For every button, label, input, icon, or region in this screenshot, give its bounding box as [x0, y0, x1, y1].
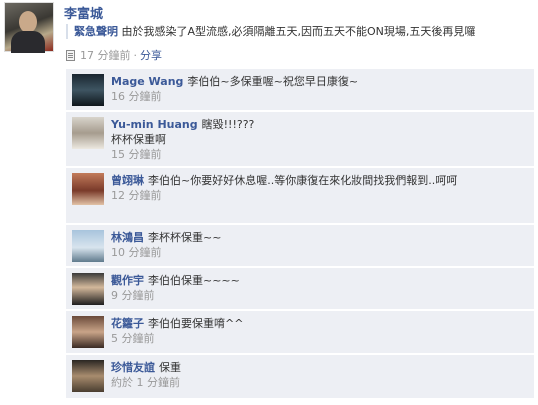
comment-item: 觀作宇 李伯伯保重~~~~ 9 分鐘前 [66, 268, 534, 310]
author-name-link[interactable]: 李富城 [64, 3, 103, 22]
commenter-name-link[interactable]: 林鴻昌 [111, 231, 144, 244]
story-timestamp[interactable]: 17 分鐘前 [80, 47, 131, 63]
commenter-avatar[interactable] [72, 230, 104, 262]
avatar-face [19, 11, 37, 33]
comment-timestamp: 16 分鐘前 [111, 90, 162, 103]
note-icon [66, 49, 75, 61]
commenter-avatar[interactable] [72, 74, 104, 106]
meta-separator: · [133, 48, 138, 62]
comment-item: 曾翊琳 李伯伯~你要好好休息喔..等你康復在來化妝間找我們報到..呵呵 12 分鐘… [66, 168, 534, 224]
comment-text: 李伯伯保重~~~~ [148, 274, 240, 287]
commenter-avatar[interactable] [72, 173, 104, 205]
story-tag-link[interactable]: 緊急聲明 [74, 25, 118, 38]
comment-timestamp: 15 分鐘前 [111, 148, 162, 161]
comment-text: 李伯伯~你要好好休息喔..等你康復在來化妝間找我們報到..呵呵 [148, 174, 458, 187]
comment-text: 李杯杯保重~~ [148, 231, 222, 244]
commenter-avatar[interactable] [72, 316, 104, 348]
comment-timestamp: 約於 1 分鐘前 [111, 376, 180, 389]
comment-item: 林鴻昌 李杯杯保重~~ 10 分鐘前 [66, 225, 534, 267]
commenter-name-link[interactable]: 觀作宇 [111, 274, 144, 287]
commenter-name-link[interactable]: Mage Wang [111, 75, 183, 88]
comment-timestamp: 10 分鐘前 [111, 246, 162, 259]
comment-timestamp: 9 分鐘前 [111, 289, 155, 302]
comment-item: 珍惜友誼 保重 約於 1 分鐘前 [66, 355, 534, 399]
avatar-body [11, 31, 45, 53]
commenter-avatar[interactable] [72, 117, 104, 149]
commenter-name-link[interactable]: 花籮子 [111, 317, 144, 330]
comment-text: 保重 [159, 361, 181, 374]
comment-item: Yu-min Huang 瞎毀!!!??? 杯杯保重啊 15 分鐘前 [66, 112, 534, 167]
comment-timestamp: 5 分鐘前 [111, 332, 155, 345]
story-message: 緊急聲明 由於我感染了A型流感,必須隔離五天,因而五天不能ON現場,五天後再見囉 [66, 24, 536, 39]
comment-item: Mage Wang 李伯伯~多保重喔~祝您早日康復~ 16 分鐘前 [66, 69, 534, 111]
commenter-name-link[interactable]: Yu-min Huang [111, 118, 198, 131]
story-meta: 17 分鐘前 · 分享 [66, 47, 162, 63]
comment-item: 花籮子 李伯伯要保重唷^^ 5 分鐘前 [66, 311, 534, 354]
commenter-name-link[interactable]: 珍惜友誼 [111, 361, 155, 374]
story-text: 由於我感染了A型流感,必須隔離五天,因而五天不能ON現場,五天後再見囉 [121, 25, 476, 38]
comment-text: 李伯伯要保重唷^^ [148, 317, 244, 330]
commenter-avatar[interactable] [72, 273, 104, 305]
comment-text: 李伯伯~多保重喔~祝您早日康復~ [187, 75, 359, 88]
comment-timestamp: 12 分鐘前 [111, 189, 162, 202]
commenter-name-link[interactable]: 曾翊琳 [111, 174, 144, 187]
commenter-avatar[interactable] [72, 360, 104, 392]
share-link[interactable]: 分享 [140, 47, 162, 63]
author-avatar[interactable] [4, 2, 54, 53]
